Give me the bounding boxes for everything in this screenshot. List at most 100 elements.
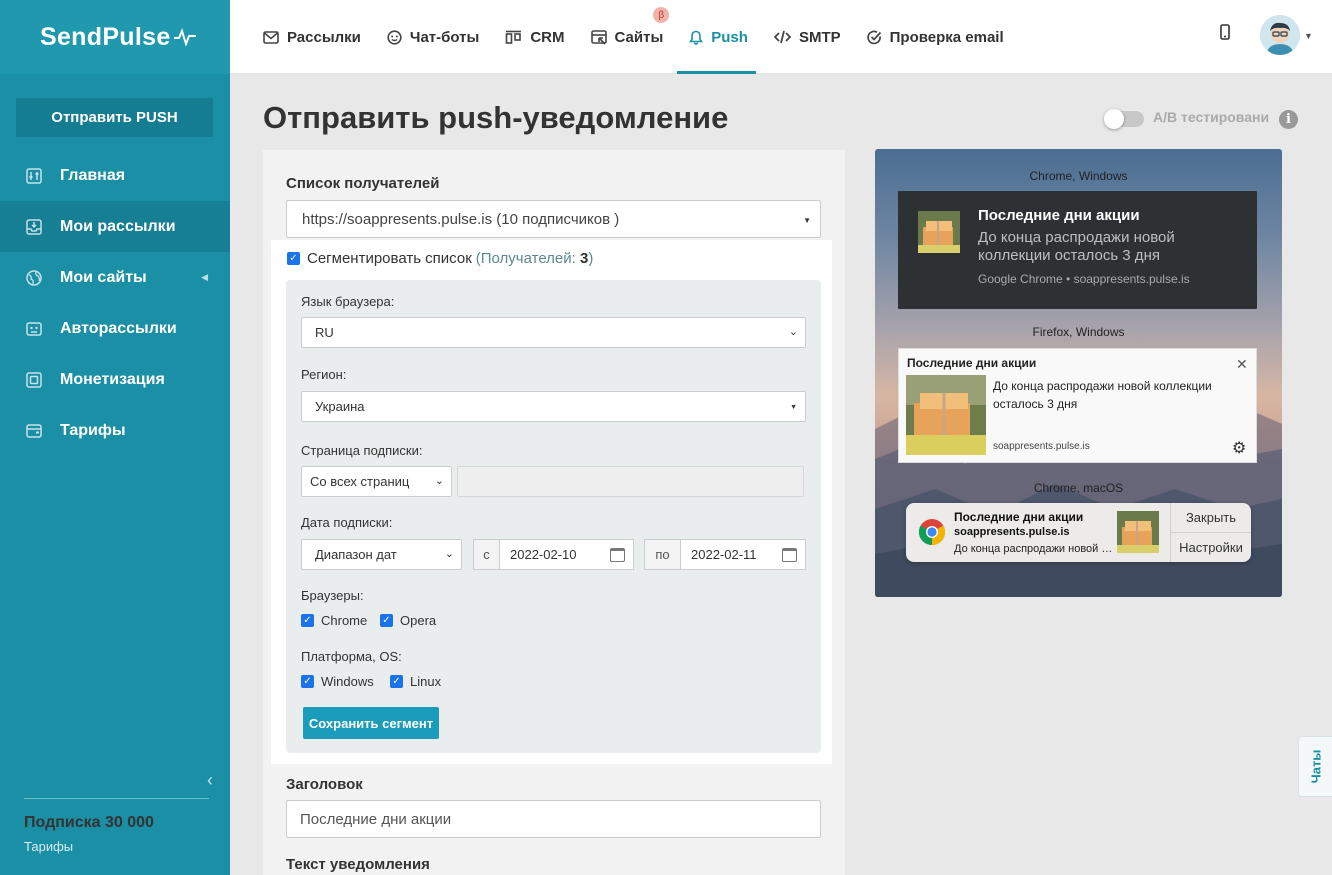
checkbox-checked[interactable]: ✓ xyxy=(390,675,403,688)
tab-label: Сайты xyxy=(614,28,664,46)
soap-image-icon xyxy=(918,211,960,253)
date-from-input[interactable]: 2022-02-10 xyxy=(499,539,634,570)
sidebar-item-monetization[interactable]: Монетизация xyxy=(0,354,230,405)
calendar-icon[interactable] xyxy=(610,548,625,562)
chrome-win-title: Последние дни акции xyxy=(978,207,1140,224)
sidebar-item-label: Мои сайты xyxy=(60,268,147,286)
info-icon[interactable]: i xyxy=(1279,110,1298,129)
coin-icon xyxy=(25,371,43,389)
beta-badge: β xyxy=(653,7,670,23)
chrome-mac-source: soappresents.pulse.is xyxy=(954,526,1070,538)
pulse-logo-icon xyxy=(173,28,196,46)
region-select[interactable]: Украина ▼ xyxy=(301,391,806,422)
chrome-win-source: Google Chrome • soappresents.pulse.is xyxy=(978,272,1190,286)
date-to-input[interactable]: 2022-02-11 xyxy=(680,539,806,570)
sidebar-item-home[interactable]: Главная xyxy=(0,150,230,201)
chevron-down-icon: ⌄ xyxy=(434,475,444,487)
envelope-icon xyxy=(263,30,279,44)
send-push-button[interactable]: Отправить PUSH xyxy=(16,98,213,137)
chrome-win-body: До конца распродажи новой коллекции оста… xyxy=(978,229,1175,264)
browser-language-select[interactable]: RU ⌄ xyxy=(301,317,806,348)
tab-label: Рассылки xyxy=(287,28,361,46)
sidebar-item-my-campaigns[interactable]: Мои рассылки xyxy=(0,201,230,252)
recipients-select[interactable]: https://soappresents.pulse.is (10 подпис… xyxy=(286,200,821,238)
gear-icon[interactable]: ⚙ xyxy=(1232,438,1246,458)
date-from-addon: с xyxy=(473,539,500,570)
recipients-value: https://soappresents.pulse.is (10 подпис… xyxy=(302,210,620,228)
browsers-label: Браузеры: xyxy=(301,588,364,603)
firefox-win-body: До конца распродажи новой коллекции оста… xyxy=(993,379,1212,411)
save-segment-button[interactable]: Сохранить сегмент xyxy=(303,707,439,739)
browser-opera-checkbox[interactable]: ✓ Opera xyxy=(380,613,436,628)
avatar[interactable] xyxy=(1260,15,1300,55)
sliders-icon xyxy=(25,167,43,185)
title-value: Последние дни акции xyxy=(300,810,452,828)
segment-checkbox-row[interactable]: ✓ Сегментировать список (Получателей: 3) xyxy=(287,250,593,267)
tab-crm[interactable]: CRM xyxy=(505,0,565,74)
tab-label: Push xyxy=(711,28,748,46)
toggle-knob xyxy=(1104,109,1124,129)
ab-test-label: A/B тестирование xyxy=(1153,109,1269,125)
firefox-win-title: Последние дни акции xyxy=(907,356,1037,370)
divider xyxy=(24,798,209,799)
platform-windows-checkbox[interactable]: ✓ Windows xyxy=(301,674,374,689)
collapse-sidebar-icon[interactable]: ‹ xyxy=(207,770,213,791)
checkbox-checked[interactable]: ✓ xyxy=(301,614,314,627)
tab-push[interactable]: Push xyxy=(677,0,756,74)
checkbox-checked[interactable]: ✓ xyxy=(301,675,314,688)
check-circle-icon xyxy=(866,30,882,45)
ab-test-toggle[interactable] xyxy=(1104,109,1144,129)
checkbox-checked[interactable]: ✓ xyxy=(380,614,393,627)
close-button[interactable]: Закрыть xyxy=(1171,503,1251,532)
sidebar-item-pricing[interactable]: Тарифы xyxy=(0,405,230,456)
chevron-down-icon[interactable]: ▼ xyxy=(1304,31,1313,41)
sidebar-item-my-sites[interactable]: Мои сайты ◀ xyxy=(0,252,230,303)
chat-bot-icon xyxy=(387,29,402,45)
logo[interactable]: SendPulse xyxy=(0,0,230,74)
subscription-page-select[interactable]: Со всех страниц ⌄ xyxy=(301,466,452,497)
platform-linux-checkbox[interactable]: ✓ Linux xyxy=(390,674,441,689)
settings-button[interactable]: Настройки xyxy=(1171,532,1251,561)
segment-checkbox[interactable]: ✓ xyxy=(287,252,300,265)
sidebar-item-automation[interactable]: Авторассылки xyxy=(0,303,230,354)
chats-label: Чаты xyxy=(1308,749,1323,784)
soap-image-icon xyxy=(1117,511,1159,553)
date-value: 2022-02-10 xyxy=(510,547,577,562)
top-bar: Рассылки Чат-боты CRM Сайты β Push SMTP … xyxy=(230,0,1332,74)
notification-text-label: Текст уведомления xyxy=(286,856,430,873)
calendar-icon[interactable] xyxy=(782,548,797,562)
chevron-down-icon: ⌄ xyxy=(788,326,798,338)
firefox-win-source: soappresents.pulse.is xyxy=(993,441,1090,452)
tab-campaigns[interactable]: Рассылки xyxy=(263,0,361,74)
sidebar-item-label: Тарифы xyxy=(60,421,126,439)
segment-label: Сегментировать список xyxy=(307,250,472,267)
sidebar-item-label: Мои рассылки xyxy=(60,217,176,235)
mobile-icon[interactable] xyxy=(1220,24,1230,44)
title-input[interactable]: Последние дни акции xyxy=(286,800,821,838)
pricing-link[interactable]: Тарифы xyxy=(24,839,73,854)
user-avatar-icon xyxy=(1260,15,1300,55)
chats-tab[interactable]: Чаты xyxy=(1298,736,1332,797)
tab-smtp[interactable]: SMTP xyxy=(773,0,841,74)
tab-chatbots[interactable]: Чат-боты xyxy=(387,0,479,74)
caret-down-icon: ▼ xyxy=(803,216,811,225)
inbox-icon xyxy=(25,218,43,236)
mac-notification-actions: Закрыть Настройки xyxy=(1170,503,1251,562)
chrome-logo-icon xyxy=(918,519,946,546)
chrome-mac-title: Последние дни акции xyxy=(954,510,1084,524)
browser-chrome-checkbox[interactable]: ✓ Chrome xyxy=(301,613,367,628)
subscription-page-label: Страница подписки: xyxy=(301,443,423,458)
tab-sites[interactable]: Сайты β xyxy=(590,0,670,74)
sidebar-item-label: Монетизация xyxy=(60,370,165,388)
close-icon[interactable]: ✕ xyxy=(1236,356,1248,373)
preview-os-label: Firefox, Windows xyxy=(1032,325,1125,339)
top-nav: Рассылки Чат-боты CRM Сайты β Push SMTP … xyxy=(263,0,1030,74)
checkbox-label: Opera xyxy=(400,613,437,628)
tab-email-check[interactable]: Проверка email xyxy=(866,0,1004,74)
date-mode-select[interactable]: Диапазон дат ⌄ xyxy=(301,539,462,570)
select-value: Со всех страниц xyxy=(310,474,410,489)
globe-icon xyxy=(25,269,43,287)
date-value: 2022-02-11 xyxy=(691,547,757,562)
checkbox-label: Windows xyxy=(321,674,374,689)
subscription-date-label: Дата подписки: xyxy=(301,515,393,530)
